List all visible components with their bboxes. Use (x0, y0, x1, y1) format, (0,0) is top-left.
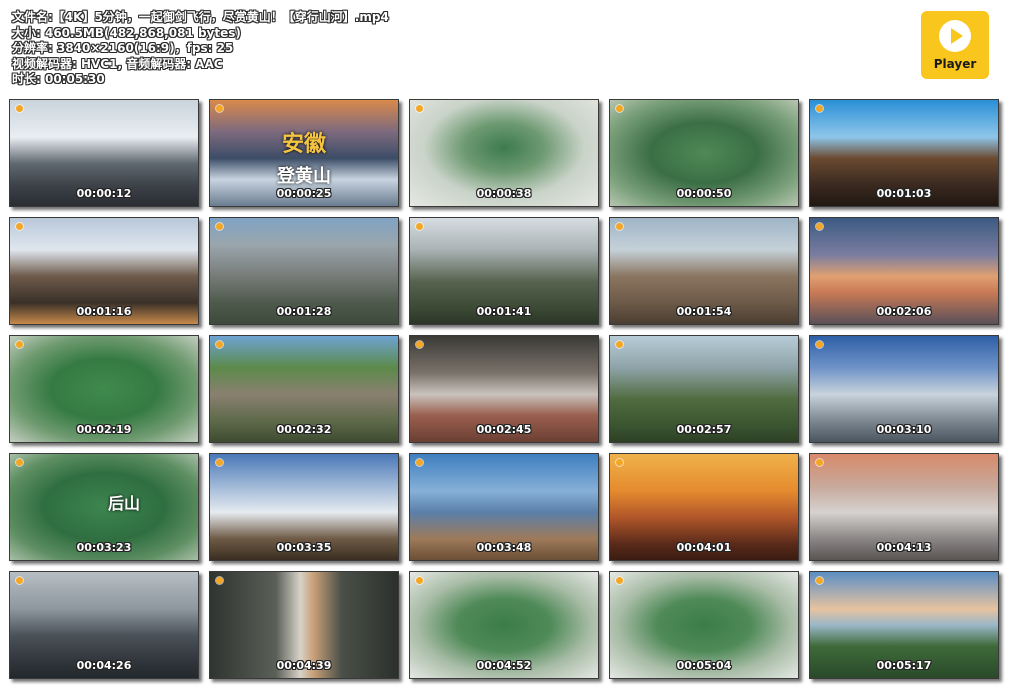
video-thumbnail[interactable]: 00:04:13 (809, 453, 999, 561)
video-thumbnail[interactable]: 00:04:52 (409, 571, 599, 679)
player-logo: Player (921, 11, 989, 79)
video-thumbnail[interactable]: 00:00:12 (9, 99, 199, 207)
channel-watermark-icon (16, 341, 23, 348)
thumbnail-timestamp: 00:01:41 (476, 305, 532, 318)
map-label-overlay: 后山 (107, 494, 140, 513)
channel-watermark-icon (616, 577, 623, 584)
thumbnail-timestamp: 00:01:03 (876, 187, 932, 200)
video-thumbnail[interactable]: 00:02:57 (609, 335, 799, 443)
channel-watermark-icon (416, 459, 423, 466)
channel-watermark-icon (616, 459, 623, 466)
thumbnail-timestamp: 00:04:13 (876, 541, 932, 554)
channel-watermark-icon (416, 341, 423, 348)
file-size-text: 大小: 460.5MB(482,868,081 bytes) (12, 25, 241, 40)
video-thumbnail[interactable]: 00:01:54 (609, 217, 799, 325)
video-thumbnail[interactable]: 00:01:41 (409, 217, 599, 325)
channel-watermark-icon (616, 105, 623, 112)
video-thumbnail[interactable]: 00:02:19 (9, 335, 199, 443)
video-thumbnail[interactable]: 00:04:01 (609, 453, 799, 561)
thumbnail-timestamp: 00:05:04 (676, 659, 732, 672)
video-thumbnail[interactable]: 00:04:26 (9, 571, 199, 679)
video-thumbnail[interactable]: 00:00:50 (609, 99, 799, 207)
duration-text: 时长: 00:05:30 (12, 72, 105, 87)
thumbnail-timestamp: 00:04:39 (276, 659, 332, 672)
resolution-text: 分辨率: 3840×2160(16:9)，fps: 25 (12, 41, 234, 56)
channel-watermark-icon (816, 459, 823, 466)
thumbnail-timestamp: 00:03:10 (876, 423, 932, 436)
channel-watermark-icon (416, 105, 423, 112)
thumbnail-timestamp: 00:00:25 (276, 187, 332, 200)
file-info-panel: 文件名:【4K】5分钟，一起御剑飞行，尽赏黄山！【穿行山河】.mp4 大小: 4… (12, 10, 389, 88)
video-thumbnail[interactable]: 00:03:48 (409, 453, 599, 561)
channel-watermark-icon (416, 223, 423, 230)
video-thumbnail[interactable]: 安徽登黄山 00:00:25 (209, 99, 399, 207)
player-logo-label: Player (933, 57, 977, 71)
thumbnail-timestamp: 00:02:45 (476, 423, 532, 436)
video-thumbnail[interactable]: 00:01:16 (9, 217, 199, 325)
thumbnail-timestamp: 00:02:32 (276, 423, 332, 436)
thumbnail-timestamp: 00:04:01 (676, 541, 732, 554)
channel-watermark-icon (216, 341, 223, 348)
video-thumbnail[interactable]: 00:01:03 (809, 99, 999, 207)
thumbnail-timestamp: 00:03:35 (276, 541, 332, 554)
video-thumbnail[interactable]: 00:05:04 (609, 571, 799, 679)
video-thumbnail[interactable]: 00:01:28 (209, 217, 399, 325)
thumbnail-timestamp: 00:02:06 (876, 305, 932, 318)
channel-watermark-icon (216, 459, 223, 466)
thumbnail-timestamp: 00:04:52 (476, 659, 532, 672)
channel-watermark-icon (16, 577, 23, 584)
title-card-line1: 安徽 (281, 131, 326, 157)
thumbnail-timestamp: 00:00:38 (476, 187, 532, 200)
play-icon (939, 20, 971, 52)
video-thumbnail[interactable]: 00:03:10 (809, 335, 999, 443)
thumbnail-timestamp: 00:01:28 (276, 305, 332, 318)
thumbnail-timestamp: 00:03:48 (476, 541, 532, 554)
video-thumbnail[interactable]: 后山 00:03:23 (9, 453, 199, 561)
thumbnail-timestamp: 00:01:16 (76, 305, 132, 318)
title-card-line2: 登黄山 (277, 166, 331, 187)
channel-watermark-icon (616, 223, 623, 230)
video-thumbnail[interactable]: 00:00:38 (409, 99, 599, 207)
thumbnail-grid: 00:00:12 安徽登黄山 00:00:25 00:00:38 00:00:50 00:… (9, 99, 1002, 689)
video-thumbnail[interactable]: 00:05:17 (809, 571, 999, 679)
channel-watermark-icon (16, 105, 23, 112)
channel-watermark-icon (816, 577, 823, 584)
title-card-overlay: 安徽 登黄山 (210, 126, 398, 188)
channel-watermark-icon (816, 223, 823, 230)
channel-watermark-icon (816, 341, 823, 348)
video-thumbnail[interactable]: 00:04:39 (209, 571, 399, 679)
channel-watermark-icon (816, 105, 823, 112)
channel-watermark-icon (16, 223, 23, 230)
thumbnail-timestamp: 00:01:54 (676, 305, 732, 318)
file-name-text: 文件名:【4K】5分钟，一起御剑飞行，尽赏黄山！【穿行山河】.mp4 (12, 10, 389, 24)
thumbnail-timestamp: 00:00:50 (676, 187, 732, 200)
channel-watermark-icon (216, 105, 223, 112)
channel-watermark-icon (216, 223, 223, 230)
channel-watermark-icon (416, 577, 423, 584)
video-thumbnail[interactable]: 00:03:35 (209, 453, 399, 561)
video-thumbnail[interactable]: 00:02:06 (809, 217, 999, 325)
thumbnail-timestamp: 00:04:26 (76, 659, 132, 672)
video-thumbnail[interactable]: 00:02:32 (209, 335, 399, 443)
thumbnail-timestamp: 00:02:19 (76, 423, 132, 436)
thumbnail-timestamp: 00:02:57 (676, 423, 732, 436)
channel-watermark-icon (16, 459, 23, 466)
channel-watermark-icon (616, 341, 623, 348)
thumbnail-timestamp: 00:05:17 (876, 659, 932, 672)
codec-text: 视频解码器: HVC1, 音频解码器: AAC (12, 56, 223, 71)
thumbnail-timestamp: 00:00:12 (76, 187, 132, 200)
thumbnail-timestamp: 00:03:23 (76, 541, 132, 554)
channel-watermark-icon (216, 577, 223, 584)
video-thumbnail[interactable]: 00:02:45 (409, 335, 599, 443)
